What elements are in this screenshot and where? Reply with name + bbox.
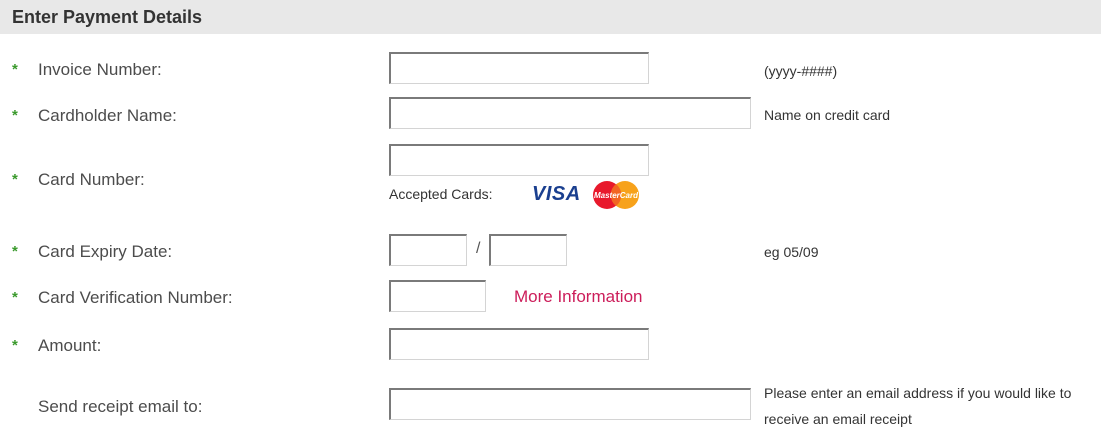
email-receipt-input[interactable] xyxy=(389,388,751,420)
amount-label: Amount: xyxy=(38,336,102,355)
card-expiry-hint: eg 05/09 xyxy=(764,244,819,260)
mastercard-logo: MasterCard xyxy=(593,181,639,209)
required-star-icon: * xyxy=(12,337,18,354)
amount-input[interactable] xyxy=(389,328,649,360)
cvn-input[interactable] xyxy=(389,280,486,312)
cardholder-name-hint: Name on credit card xyxy=(764,107,891,123)
required-star-icon: * xyxy=(12,61,18,78)
card-number-input[interactable] xyxy=(389,144,649,176)
accepted-cards-label: Accepted Cards: xyxy=(389,186,493,202)
required-star-icon: * xyxy=(12,243,18,260)
required-star-icon: * xyxy=(12,107,18,124)
invoice-number-input[interactable] xyxy=(389,52,649,84)
visa-logo: VISA xyxy=(532,183,581,205)
required-star-icon: * xyxy=(12,171,18,188)
section-title: Enter Payment Details xyxy=(12,7,203,27)
invoice-number-label: Invoice Number: xyxy=(38,60,162,79)
required-star-icon: * xyxy=(12,289,18,306)
section-header: Enter Payment Details xyxy=(0,0,1101,34)
cardholder-name-input[interactable] xyxy=(389,97,751,129)
expiry-year-input[interactable] xyxy=(489,234,567,266)
card-expiry-label: Card Expiry Date: xyxy=(38,242,173,261)
cardholder-name-label: Cardholder Name: xyxy=(38,106,177,125)
email-receipt-hint: Please enter an email address if you wou… xyxy=(764,385,1072,427)
more-information-link[interactable]: More Information xyxy=(514,287,643,307)
expiry-month-input[interactable] xyxy=(389,234,467,266)
email-receipt-label: Send receipt email to: xyxy=(38,397,203,416)
cvn-label: Card Verification Number: xyxy=(38,288,233,307)
invoice-number-hint: (yyyy-####) xyxy=(764,63,838,79)
mastercard-logo-text: MasterCard xyxy=(594,191,639,200)
expiry-separator: / xyxy=(476,240,481,257)
card-number-label: Card Number: xyxy=(38,170,145,189)
